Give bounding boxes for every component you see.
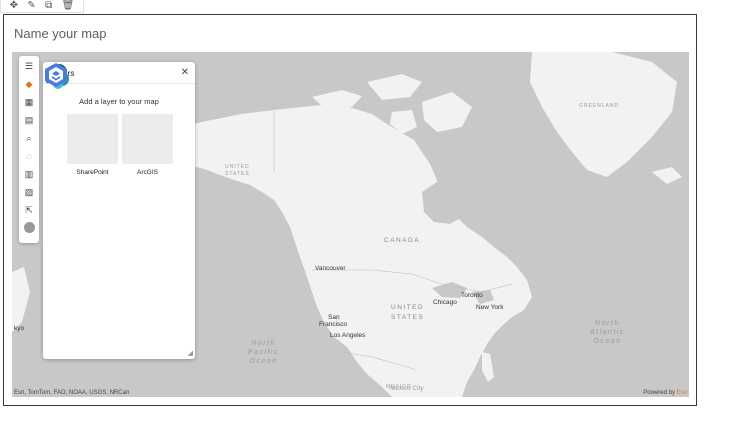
resize-handle-icon[interactable]: ◢	[188, 349, 193, 357]
powered-by-esri[interactable]: Powered by Esri	[643, 390, 687, 396]
map-label-us-small-2: STATES	[225, 171, 250, 177]
widget-toolbar: ✥ ✎ ⧉ 🗑	[0, 0, 84, 13]
map-label-new-york: New York	[476, 304, 504, 311]
powered-by-label: Powered by	[643, 390, 675, 396]
legend-icon[interactable]: ▤	[21, 112, 37, 128]
layers-panel: Layers ✕ Add a layer to your map S	[43, 62, 195, 359]
map-label-north-pacific: North Pacific Ocean	[248, 339, 279, 366]
esri-link[interactable]: Esri	[677, 390, 687, 396]
map-icon[interactable]: ▨	[21, 184, 37, 200]
menu-icon[interactable]: ☰	[21, 58, 37, 74]
share-icon[interactable]: ⇱	[21, 202, 37, 218]
map-label-us-small-1: UNITED	[225, 164, 250, 170]
map-label-toronto: Toronto	[461, 292, 483, 299]
map-label-canada: CANADA	[384, 237, 421, 244]
map-title[interactable]: Name your map	[14, 26, 106, 41]
ocean-label-line: Ocean	[593, 338, 622, 345]
map-label-los-angeles: Los Angeles	[330, 332, 366, 339]
map-label-tokyo: kyo	[14, 325, 25, 332]
ocean-label-line: North	[595, 320, 620, 327]
sharepoint-source[interactable]: S SharePoint	[46, 64, 118, 176]
arcgis-label: ArcGIS	[137, 169, 158, 176]
map-label-chicago: Chicago	[433, 299, 457, 306]
arcgis-source[interactable]: ArcGIS	[45, 63, 173, 176]
delete-icon[interactable]: 🗑	[62, 1, 75, 11]
map-tool-rail: ☰ ◆ ▦ ▤ ⌕ ◌ ▥ ▨ ⇱	[19, 56, 39, 243]
map-label-united: UNITED	[391, 304, 425, 311]
close-icon[interactable]: ✕	[181, 67, 189, 78]
copy-icon[interactable]: ⧉	[45, 1, 52, 11]
edit-icon[interactable]: ✎	[27, 1, 35, 11]
map-attribution: Esri, TomTom, FAO, NOAA, USGS, NRCan	[14, 390, 130, 396]
move-icon[interactable]: ✥	[10, 1, 18, 11]
map-label-greenland: GREENLAND	[579, 103, 620, 109]
arcgis-icon	[45, 63, 67, 87]
ocean-label-line: North	[251, 340, 276, 347]
map-label-north-atlantic: North Atlantic Ocean	[590, 319, 625, 346]
ocean-label-line: Pacific	[248, 349, 280, 356]
layers-panel-subtitle: Add a layer to your map	[79, 97, 159, 106]
map-label-mexico-city: Mexico City	[390, 385, 424, 392]
avatar[interactable]	[23, 222, 35, 233]
map-label-states: STATES	[391, 314, 425, 321]
map-label-san: San	[328, 314, 340, 321]
search-icon[interactable]: ⌕	[21, 130, 37, 146]
layer-source-list: S SharePoint ArcGIS	[43, 63, 195, 176]
map-canvas[interactable]: UNITED STATES CANADA GREENLAND UNITED ST…	[12, 52, 689, 397]
map-label-francisco: Francisco	[319, 321, 348, 328]
map-label-vancouver: Vancouver	[315, 265, 346, 272]
locate-icon[interactable]: ◌	[21, 148, 37, 164]
chart-icon[interactable]: ▥	[21, 166, 37, 182]
arcgis-tile[interactable]	[45, 63, 173, 164]
sharepoint-tile[interactable]: S	[46, 64, 118, 164]
ocean-label-line: Ocean	[249, 358, 278, 365]
ocean-label-line: Atlantic	[590, 329, 625, 336]
sharepoint-label: SharePoint	[76, 169, 109, 176]
layers-icon[interactable]: ◆	[21, 76, 37, 92]
map-card: Name your map UNITED STATES CANADA GREEN…	[3, 14, 697, 406]
basemap-icon[interactable]: ▦	[21, 94, 37, 110]
